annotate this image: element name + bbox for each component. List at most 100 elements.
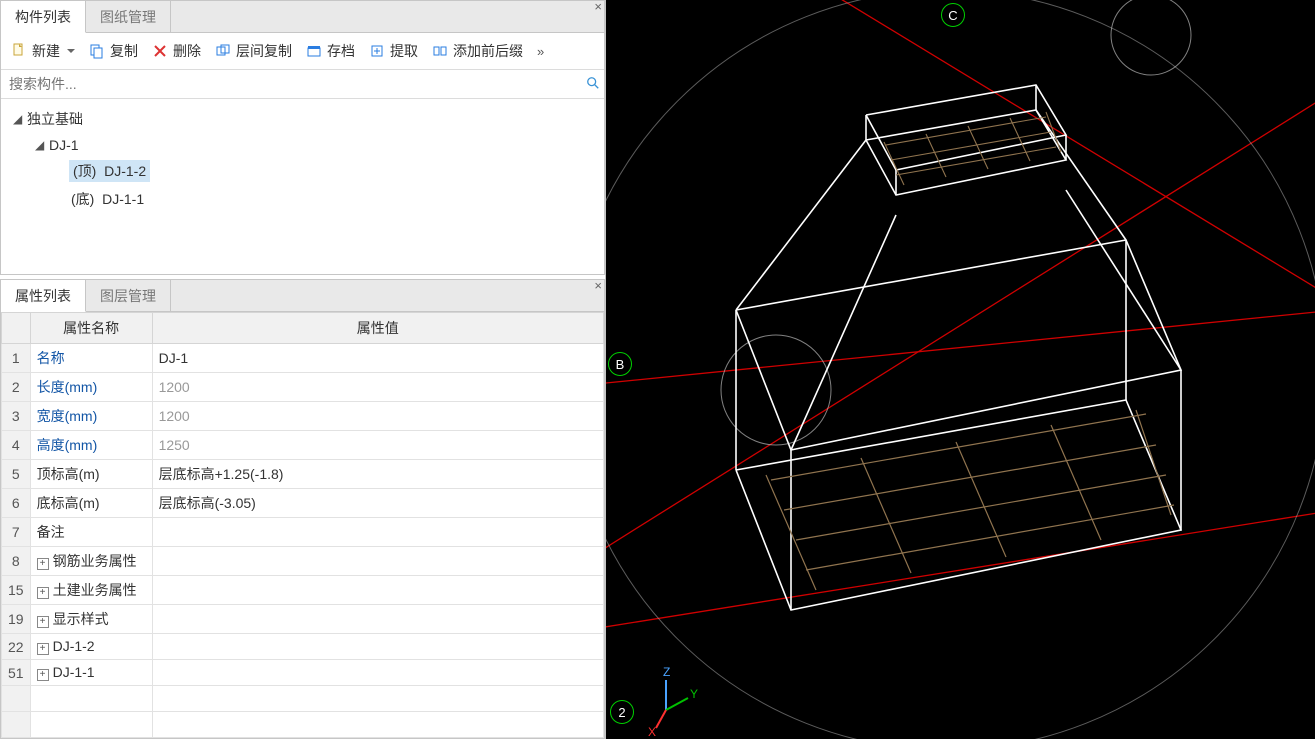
property-name: 长度(mm) <box>30 373 152 402</box>
property-name: 备注 <box>30 518 152 547</box>
prefix-icon <box>432 43 448 59</box>
property-name: 顶标高(m) <box>30 460 152 489</box>
properties-tabs: 属性列表 图层管理 × <box>1 280 604 312</box>
row-number[interactable]: 7 <box>2 518 31 547</box>
row-number[interactable]: 6 <box>2 489 31 518</box>
button-label: 添加前后缀 <box>453 41 523 61</box>
caret-down-icon[interactable]: ◢ <box>35 138 47 152</box>
property-name: 底标高(m) <box>30 489 152 518</box>
property-name: +钢筋业务属性 <box>30 547 152 576</box>
component-search <box>1 70 604 99</box>
archive-button[interactable]: 存档 <box>300 37 361 65</box>
copy-icon <box>89 43 105 59</box>
chevron-down-icon <box>67 49 75 53</box>
grid-marker-c: C <box>941 3 965 27</box>
property-row[interactable]: 1名称DJ-1 <box>2 344 604 373</box>
tab-components-list[interactable]: 构件列表 <box>1 1 86 33</box>
property-value[interactable]: 层底标高(-3.05) <box>152 489 603 518</box>
property-value[interactable] <box>152 634 603 660</box>
row-number[interactable]: 3 <box>2 402 31 431</box>
axis-z-label: Z <box>663 665 670 679</box>
delete-icon <box>152 43 168 59</box>
tree-label: (底) DJ-1-1 <box>69 188 146 210</box>
properties-grid[interactable]: 属性名称 属性值 1名称DJ-12长度(mm)12003宽度(mm)12004高… <box>1 312 604 738</box>
component-tree[interactable]: ◢ 独立基础 ◢ DJ-1 (顶) DJ-1-2 (底) DJ-1-1 <box>1 99 604 257</box>
property-value[interactable] <box>152 547 603 576</box>
tab-label: 图层管理 <box>100 288 156 304</box>
expand-icon[interactable]: + <box>37 643 49 655</box>
close-icon[interactable]: × <box>594 278 602 293</box>
tree-node-root[interactable]: ◢ 独立基础 <box>9 105 604 133</box>
row-number[interactable]: 8 <box>2 547 31 576</box>
layer-copy-button[interactable]: 层间复制 <box>209 37 298 65</box>
caret-down-icon[interactable]: ◢ <box>13 112 25 126</box>
property-row[interactable]: 22+DJ-1-2 <box>2 634 604 660</box>
row-number[interactable]: 51 <box>2 660 31 686</box>
property-value[interactable]: 1250 <box>152 431 603 460</box>
prefix-suffix-button[interactable]: 添加前后缀 <box>426 37 529 65</box>
property-value[interactable]: 1200 <box>152 373 603 402</box>
tab-layer-mgmt[interactable]: 图层管理 <box>86 280 171 311</box>
viewport-3d[interactable]: Z Y X B C 2 <box>606 0 1315 739</box>
components-panel: 构件列表 图纸管理 × 新建 复制 删除 <box>0 0 605 275</box>
delete-button[interactable]: 删除 <box>146 37 207 65</box>
property-value[interactable]: 1200 <box>152 402 603 431</box>
tab-drawings-mgmt[interactable]: 图纸管理 <box>86 1 171 32</box>
property-name: 高度(mm) <box>30 431 152 460</box>
property-name: +土建业务属性 <box>30 576 152 605</box>
tree-leaf-top[interactable]: (顶) DJ-1-2 <box>9 157 604 185</box>
row-number[interactable]: 5 <box>2 460 31 489</box>
property-row[interactable]: 19+显示样式 <box>2 605 604 634</box>
property-row[interactable]: 7备注 <box>2 518 604 547</box>
row-number[interactable]: 15 <box>2 576 31 605</box>
property-row[interactable]: 2长度(mm)1200 <box>2 373 604 402</box>
grid-marker-b: B <box>608 352 632 376</box>
axis-y-label: Y <box>690 687 698 701</box>
tree-node-dj1[interactable]: ◢ DJ-1 <box>9 133 604 157</box>
property-row[interactable]: 5顶标高(m)层底标高+1.25(-1.8) <box>2 460 604 489</box>
expand-icon[interactable]: + <box>37 558 49 570</box>
row-number[interactable]: 22 <box>2 634 31 660</box>
property-row[interactable]: 51+DJ-1-1 <box>2 660 604 686</box>
row-number[interactable]: 19 <box>2 605 31 634</box>
button-label: 删除 <box>173 41 201 61</box>
rownum-header <box>2 313 31 344</box>
search-input[interactable] <box>1 70 582 98</box>
tree-label: 独立基础 <box>25 108 85 130</box>
property-row[interactable]: 8+钢筋业务属性 <box>2 547 604 576</box>
grid-marker-2: 2 <box>610 700 634 724</box>
extract-button[interactable]: 提取 <box>363 37 424 65</box>
toolbar-overflow-button[interactable]: » <box>531 40 550 63</box>
properties-panel: 属性列表 图层管理 × 属性名称 属性值 1名称DJ-12长度(mm)12003… <box>0 279 605 739</box>
property-row[interactable]: 6底标高(m)层底标高(-3.05) <box>2 489 604 518</box>
row-number[interactable]: 2 <box>2 373 31 402</box>
property-row[interactable]: 4高度(mm)1250 <box>2 431 604 460</box>
expand-icon[interactable]: + <box>37 669 49 681</box>
close-icon[interactable]: × <box>594 0 602 14</box>
property-value[interactable] <box>152 576 603 605</box>
property-value[interactable]: 层底标高+1.25(-1.8) <box>152 460 603 489</box>
search-icon[interactable] <box>582 76 604 93</box>
expand-icon[interactable]: + <box>37 616 49 628</box>
tab-properties[interactable]: 属性列表 <box>1 280 86 312</box>
property-value[interactable] <box>152 660 603 686</box>
expand-icon[interactable]: + <box>37 587 49 599</box>
viewport-canvas[interactable]: Z Y X <box>606 0 1315 739</box>
property-row[interactable]: 15+土建业务属性 <box>2 576 604 605</box>
property-name: 名称 <box>30 344 152 373</box>
new-file-icon <box>11 43 27 59</box>
property-value[interactable] <box>152 518 603 547</box>
tab-label: 图纸管理 <box>100 9 156 25</box>
property-value[interactable]: DJ-1 <box>152 344 603 373</box>
copy-button[interactable]: 复制 <box>83 37 144 65</box>
row-number[interactable]: 4 <box>2 431 31 460</box>
tree-leaf-bottom[interactable]: (底) DJ-1-1 <box>9 185 604 213</box>
property-name: 宽度(mm) <box>30 402 152 431</box>
col-value-header: 属性值 <box>152 313 603 344</box>
button-label: 层间复制 <box>236 41 292 61</box>
property-name: +DJ-1-1 <box>30 660 152 686</box>
new-button[interactable]: 新建 <box>5 37 81 65</box>
property-row[interactable]: 3宽度(mm)1200 <box>2 402 604 431</box>
property-value[interactable] <box>152 605 603 634</box>
row-number[interactable]: 1 <box>2 344 31 373</box>
